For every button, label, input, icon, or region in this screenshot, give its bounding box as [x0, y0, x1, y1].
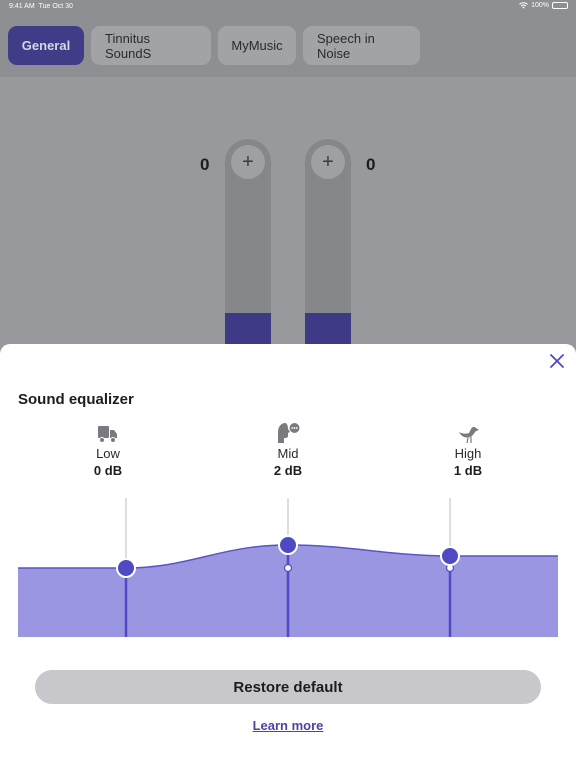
band-high: High 1 dB [428, 420, 508, 478]
close-icon[interactable] [548, 352, 566, 370]
status-time: 9:41 AM Tue Oct 30 [9, 3, 73, 10]
band-mid-label: Mid [277, 446, 299, 461]
program-tabs: General Tinnitus SoundS MyMusic Speech i… [8, 26, 420, 65]
left-volume-value: 0 [200, 155, 210, 174]
band-high-handle[interactable] [440, 546, 460, 566]
wifi-icon [519, 2, 528, 9]
band-low-value: 0 dB [93, 463, 123, 478]
band-mid-handle[interactable] [278, 535, 298, 555]
equalizer-sheet: Sound equalizer Low 0 dB Mid 2 dB High 1… [0, 344, 576, 768]
right-volume-value: 0 [366, 155, 376, 174]
battery-percent: 100% [531, 2, 549, 9]
band-mid-default-marker [283, 563, 293, 573]
band-mid: Mid 2 dB [248, 420, 328, 478]
volume-panel: 0 + + 0 [0, 77, 576, 359]
status-bar: 9:41 AM Tue Oct 30 100% [0, 0, 576, 14]
status-time-text: 9:41 AM [9, 3, 35, 10]
speaking-head-icon [278, 423, 300, 443]
band-low-label: Low [96, 446, 120, 461]
sheet-title: Sound equalizer [18, 391, 134, 408]
left-volume-slider[interactable]: + [225, 139, 271, 359]
band-low: Low 0 dB [68, 420, 148, 478]
band-mid-value: 2 dB [273, 463, 303, 478]
tab-general[interactable]: General [8, 26, 84, 65]
band-high-label: High [454, 446, 482, 461]
learn-more-link[interactable]: Learn more [0, 718, 576, 733]
band-high-value: 1 dB [453, 463, 483, 478]
right-volume-slider[interactable]: + [305, 139, 351, 359]
truck-icon [98, 426, 117, 443]
equalizer-curve [18, 498, 558, 637]
restore-default-button[interactable]: Restore default [35, 670, 541, 704]
right-volume-plus-button[interactable]: + [311, 145, 345, 179]
tab-mymusic[interactable]: MyMusic [218, 26, 296, 65]
status-date-text: Tue Oct 30 [38, 3, 73, 10]
battery-icon [552, 2, 568, 9]
bird-icon [459, 426, 479, 444]
tab-tinnitus-sounds[interactable]: Tinnitus SoundS [91, 26, 211, 65]
status-right: 100% [519, 2, 568, 9]
tab-speech-in-noise[interactable]: Speech in Noise [303, 26, 420, 65]
left-volume-plus-button[interactable]: + [231, 145, 265, 179]
band-low-handle[interactable] [116, 558, 136, 578]
